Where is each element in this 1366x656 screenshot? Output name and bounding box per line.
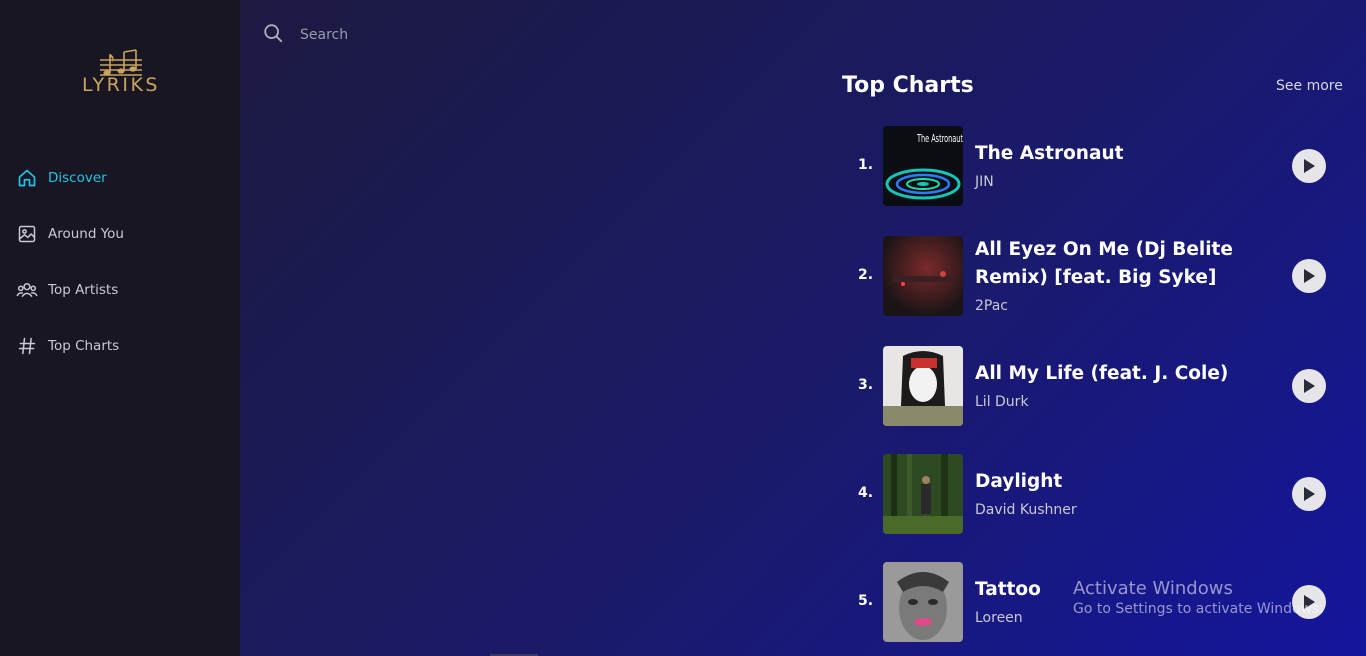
sidebar-nav: Discover Around You Top Artists Top Char… xyxy=(16,164,124,388)
sidebar: LYRIKS Discover Around You Top Artists T… xyxy=(0,0,240,656)
sidebar-item-top-artists[interactable]: Top Artists xyxy=(16,276,124,304)
users-icon xyxy=(16,279,38,301)
song-title[interactable]: The Astronaut xyxy=(975,140,1275,168)
hash-icon xyxy=(16,335,38,357)
sidebar-item-label: Discover xyxy=(48,170,107,186)
song-info: Daylight David Kushner xyxy=(975,468,1275,521)
brand-name: LYRIKS xyxy=(82,74,160,96)
image-icon xyxy=(16,223,38,245)
chart-row[interactable]: 3. All My Life (feat. J. Cole) Lil Durk xyxy=(842,346,1342,426)
search-icon xyxy=(262,22,284,48)
chart-row[interactable]: 2. All Eyez On Me (Dj Belite Remix) [fea… xyxy=(842,236,1342,316)
chart-rank: 4. xyxy=(858,485,874,501)
album-cover[interactable]: The Astronaut xyxy=(883,126,963,206)
play-icon xyxy=(1304,269,1315,283)
album-cover[interactable] xyxy=(883,346,963,426)
sidebar-item-label: Top Charts xyxy=(48,338,120,354)
album-cover[interactable] xyxy=(883,562,963,642)
play-icon xyxy=(1304,159,1315,173)
chart-rank: 2. xyxy=(858,267,874,283)
sidebar-item-label: Top Artists xyxy=(48,282,119,298)
artist-name[interactable]: Lil Durk xyxy=(975,391,1275,413)
artist-name[interactable]: 2Pac xyxy=(975,295,1275,317)
album-cover[interactable] xyxy=(883,236,963,316)
song-info: All My Life (feat. J. Cole) Lil Durk xyxy=(975,360,1275,413)
sidebar-item-discover[interactable]: Discover xyxy=(16,164,124,192)
home-icon xyxy=(16,167,38,189)
song-title[interactable]: All My Life (feat. J. Cole) xyxy=(975,360,1275,388)
search-bar xyxy=(262,22,600,48)
main-content: Top Charts See more 1. The Astronaut The… xyxy=(240,0,1366,656)
play-button[interactable] xyxy=(1292,369,1326,403)
play-button[interactable] xyxy=(1292,149,1326,183)
play-icon xyxy=(1304,379,1315,393)
chart-rank: 5. xyxy=(858,593,874,609)
play-button[interactable] xyxy=(1292,477,1326,511)
chart-row[interactable]: 1. The Astronaut The Astronaut JIN xyxy=(842,126,1342,206)
song-title[interactable]: All Eyez On Me (Dj Belite Remix) [feat. … xyxy=(975,236,1275,292)
see-more-link[interactable]: See more xyxy=(1276,78,1343,94)
search-input[interactable] xyxy=(300,27,600,43)
song-info: The Astronaut JIN xyxy=(975,140,1275,193)
chart-rank: 1. xyxy=(858,157,874,173)
watermark-subtitle: Go to Settings to activate Windows. xyxy=(1073,601,1324,617)
play-button[interactable] xyxy=(1292,259,1326,293)
sidebar-item-label: Around You xyxy=(48,226,124,242)
artist-name[interactable]: David Kushner xyxy=(975,499,1275,521)
sidebar-item-top-charts[interactable]: Top Charts xyxy=(16,332,124,360)
chart-rank: 3. xyxy=(858,377,874,393)
chart-row[interactable]: 4. Daylight David Kushner xyxy=(842,454,1342,534)
song-info: All Eyez On Me (Dj Belite Remix) [feat. … xyxy=(975,236,1275,317)
album-cover-text: The Astronaut xyxy=(916,132,963,145)
song-title[interactable]: Daylight xyxy=(975,468,1275,496)
play-icon xyxy=(1304,487,1315,501)
album-cover[interactable] xyxy=(883,454,963,534)
artist-name[interactable]: JIN xyxy=(975,171,1275,193)
watermark-title: Activate Windows xyxy=(1073,578,1233,599)
top-charts-title: Top Charts xyxy=(842,73,974,98)
activate-windows-watermark: Activate Windows Go to Settings to activ… xyxy=(1073,578,1324,617)
sidebar-item-around-you[interactable]: Around You xyxy=(16,220,124,248)
